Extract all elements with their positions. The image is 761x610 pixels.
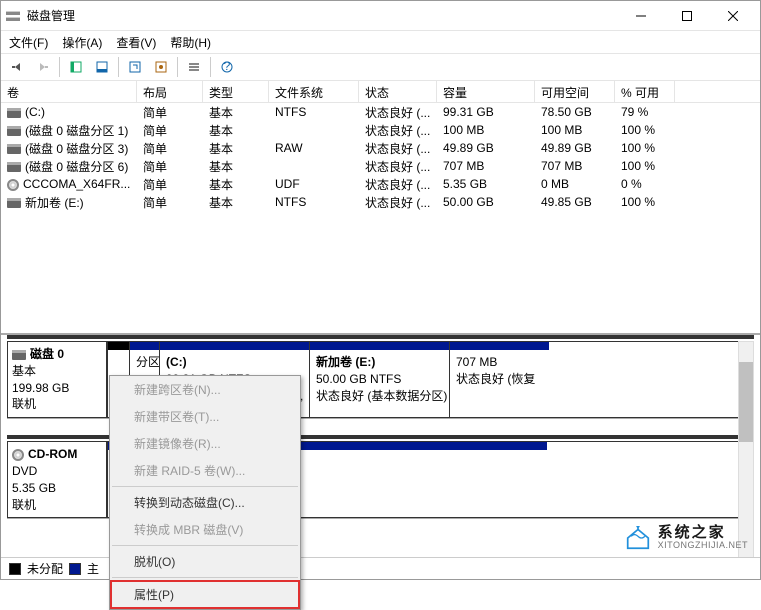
table-row[interactable]: 新加卷 (E:)简单基本NTFS状态良好 (...50.00 GB49.85 G… <box>1 193 760 211</box>
menu-view[interactable]: 查看(V) <box>116 34 156 51</box>
disk-0-label[interactable]: 磁盘 0 基本 199.98 GB 联机 <box>7 341 107 418</box>
table-row[interactable]: (磁盘 0 磁盘分区 3)简单基本RAW状态良好 (...49.89 GB49.… <box>1 139 760 157</box>
swatch-primary <box>69 563 81 575</box>
table-row[interactable]: CCCOMA_X64FR...简单基本UDF状态良好 (...5.35 GB0 … <box>1 175 760 193</box>
titlebar: 磁盘管理 <box>1 1 760 31</box>
toolbar-view2[interactable] <box>90 56 114 78</box>
menu-item: 转换成 MBR 磁盘(V) <box>110 516 300 543</box>
menu-item: 新建带区卷(T)... <box>110 403 300 430</box>
menu-item: 新建镜像卷(R)... <box>110 430 300 457</box>
disk-icon <box>7 162 21 172</box>
close-button[interactable] <box>710 1 756 31</box>
toolbar-view1[interactable] <box>64 56 88 78</box>
app-icon <box>5 8 21 24</box>
disk-icon <box>12 350 26 360</box>
cd-icon <box>7 179 19 191</box>
col-filesystem[interactable]: 文件系统 <box>269 81 359 102</box>
volume-table: 卷 布局 类型 文件系统 状态 容量 可用空间 % 可用 (C:)简单基本NTF… <box>1 81 760 333</box>
toolbar: ? <box>1 53 760 81</box>
cdrom-label[interactable]: CD-ROM DVD 5.35 GB 联机 <box>7 441 107 518</box>
col-layout[interactable]: 布局 <box>137 81 203 102</box>
partition[interactable]: 新加卷 (E:)50.00 GB NTFS状态良好 (基本数据分区) <box>309 342 449 417</box>
col-pct[interactable]: % 可用 <box>615 81 675 102</box>
disk-icon <box>7 198 21 208</box>
minimize-button[interactable] <box>618 1 664 31</box>
col-status[interactable]: 状态 <box>359 81 437 102</box>
partition[interactable]: 707 MB状态良好 (恢复 <box>449 342 549 417</box>
context-menu: 新建跨区卷(N)...新建带区卷(T)...新建镜像卷(R)...新建 RAID… <box>109 375 301 610</box>
toolbar-list[interactable] <box>182 56 206 78</box>
col-type[interactable]: 类型 <box>203 81 269 102</box>
menu-item[interactable]: 脱机(O) <box>110 548 300 575</box>
menu-item[interactable]: 属性(P) <box>110 580 300 609</box>
table-row[interactable]: (磁盘 0 磁盘分区 1)简单基本状态良好 (...100 MB100 MB10… <box>1 121 760 139</box>
toolbar-options[interactable] <box>149 56 173 78</box>
disk-icon <box>7 108 21 118</box>
disk-icon <box>7 144 21 154</box>
menubar: 文件(F) 操作(A) 查看(V) 帮助(H) <box>1 31 760 53</box>
forward-button[interactable] <box>31 56 55 78</box>
col-volume[interactable]: 卷 <box>1 81 137 102</box>
menu-item: 新建跨区卷(N)... <box>110 376 300 403</box>
col-free[interactable]: 可用空间 <box>535 81 615 102</box>
maximize-button[interactable] <box>664 1 710 31</box>
table-row[interactable]: (磁盘 0 磁盘分区 6)简单基本状态良好 (...707 MB707 MB10… <box>1 157 760 175</box>
menu-file[interactable]: 文件(F) <box>9 34 48 51</box>
refresh-button[interactable] <box>123 56 147 78</box>
menu-help[interactable]: 帮助(H) <box>170 34 211 51</box>
svg-text:?: ? <box>224 60 231 73</box>
disk-icon <box>7 126 21 136</box>
col-capacity[interactable]: 容量 <box>437 81 535 102</box>
cd-icon <box>12 449 24 461</box>
back-button[interactable] <box>5 56 29 78</box>
swatch-unallocated <box>9 563 21 575</box>
menu-item: 新建 RAID-5 卷(W)... <box>110 457 300 484</box>
table-header: 卷 布局 类型 文件系统 状态 容量 可用空间 % 可用 <box>1 81 760 103</box>
vertical-scrollbar[interactable] <box>738 341 754 573</box>
help-icon[interactable]: ? <box>215 56 239 78</box>
menu-action[interactable]: 操作(A) <box>62 34 102 51</box>
table-row[interactable]: (C:)简单基本NTFS状态良好 (...99.31 GB78.50 GB79 … <box>1 103 760 121</box>
window-title: 磁盘管理 <box>27 7 618 24</box>
menu-item[interactable]: 转换到动态磁盘(C)... <box>110 489 300 516</box>
